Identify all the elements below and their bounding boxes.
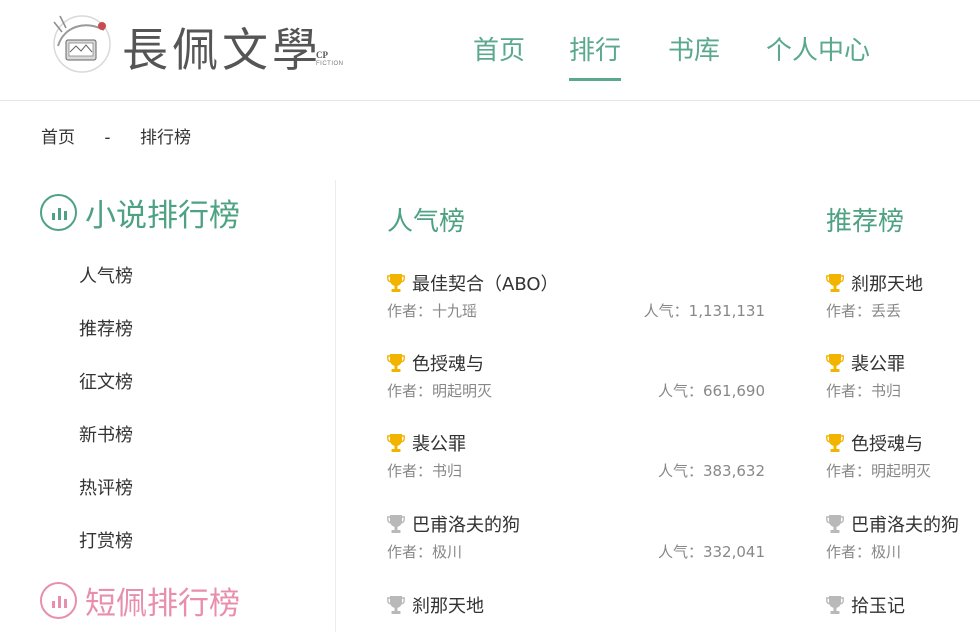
- short-rank-heading[interactable]: 短佩排行榜: [40, 580, 240, 622]
- trophy-icon: [826, 595, 844, 615]
- sidebar-item-new[interactable]: 新书榜: [79, 421, 133, 474]
- bar-chart-icon: [40, 581, 77, 619]
- breadcrumb: 首页 - 排行榜: [41, 123, 191, 148]
- nav-library[interactable]: 书库: [668, 30, 720, 67]
- book-popularity: 人气：1,131,131: [643, 302, 765, 320]
- trophy-icon: [387, 273, 405, 293]
- breadcrumb-home[interactable]: 首页: [41, 123, 75, 148]
- novel-rank-title: 小说排行榜: [85, 197, 240, 234]
- rank-entry-title[interactable]: 色授魂与: [826, 430, 923, 456]
- book-title[interactable]: 刹那天地: [412, 592, 484, 618]
- nav-user-center[interactable]: 个人中心: [766, 30, 870, 67]
- rank-entry-title[interactable]: 裴公罪: [826, 350, 905, 376]
- book-title[interactable]: 裴公罪: [851, 350, 905, 376]
- breadcrumb-separator: -: [104, 128, 111, 148]
- rank-entry: 巴甫洛夫的狗作者：极川 人气：332,041: [387, 511, 765, 581]
- sidebar-item-tips[interactable]: 打赏榜: [79, 527, 133, 580]
- book-author[interactable]: 作者：丢丢: [826, 300, 901, 321]
- book-author[interactable]: 作者：书归: [387, 460, 462, 481]
- rank-entry: 巴甫洛夫的狗作者：极川: [826, 511, 980, 581]
- book-popularity: 人气：661,690: [657, 382, 765, 400]
- book-title[interactable]: 裴公罪: [412, 430, 466, 456]
- rank-entry: 刹那天地作者：丢丢: [826, 270, 980, 340]
- site-header: 長佩文學 CP FICTION 首页 排行 书库 个人中心: [0, 0, 980, 101]
- book-author[interactable]: 作者：极川: [826, 541, 901, 562]
- recommend-rank-title[interactable]: 推荐榜: [826, 201, 904, 238]
- book-title[interactable]: 巴甫洛夫的狗: [412, 511, 520, 537]
- rank-entry: 裴公罪作者：书归: [826, 350, 980, 420]
- novel-rank-list: 人气榜 推荐榜 征文榜 新书榜 热评榜 打赏榜: [79, 262, 133, 580]
- trophy-icon: [826, 353, 844, 373]
- sidebar-item-recommend[interactable]: 推荐榜: [79, 315, 133, 368]
- trophy-icon: [387, 595, 405, 615]
- trophy-icon: [387, 353, 405, 373]
- rank-entry-title[interactable]: 色授魂与: [387, 350, 484, 376]
- book-author[interactable]: 作者：明起明灭: [387, 380, 492, 401]
- rank-sidebar: 小说排行榜 人气榜 推荐榜 征文榜 新书榜 热评榜 打赏榜 短佩排行榜: [0, 180, 336, 632]
- rank-entry: 最佳契合（ABO） 作者：十九瑶 人气：1,131,131: [387, 270, 765, 340]
- book-title[interactable]: 色授魂与: [851, 430, 923, 456]
- rank-entry: 裴公罪作者：书归 人气：383,632: [387, 430, 765, 500]
- book-popularity: 人气：383,632: [657, 462, 765, 480]
- sidebar-item-hot-review[interactable]: 热评榜: [79, 474, 133, 527]
- trophy-icon: [387, 433, 405, 453]
- bar-chart-icon: [40, 193, 77, 231]
- book-author[interactable]: 作者：十九瑶: [387, 300, 477, 321]
- book-popularity: 人气：332,041: [657, 543, 765, 561]
- rank-entry-title[interactable]: 刹那天地: [387, 592, 484, 618]
- book-title[interactable]: 刹那天地: [851, 270, 923, 296]
- rank-entry-title[interactable]: 刹那天地: [826, 270, 923, 296]
- book-title[interactable]: 拾玉记: [851, 592, 905, 618]
- rank-entry-title[interactable]: 巴甫洛夫的狗: [387, 511, 520, 537]
- book-title[interactable]: 色授魂与: [412, 350, 484, 376]
- book-author[interactable]: 作者：书归: [826, 380, 901, 401]
- breadcrumb-current: 排行榜: [139, 128, 191, 148]
- rank-entry: 刹那天地: [387, 592, 765, 632]
- main-nav: 首页 排行 书库 个人中心: [0, 30, 980, 90]
- rank-entry-title[interactable]: 拾玉记: [826, 592, 905, 618]
- trophy-icon: [826, 433, 844, 453]
- popular-rank-title[interactable]: 人气榜: [387, 201, 465, 238]
- short-rank-title: 短佩排行榜: [85, 585, 240, 622]
- novel-rank-heading[interactable]: 小说排行榜: [40, 192, 240, 234]
- trophy-icon: [826, 273, 844, 293]
- rank-entry-title[interactable]: 巴甫洛夫的狗: [826, 511, 959, 537]
- nav-home[interactable]: 首页: [473, 30, 525, 67]
- rank-entry: 色授魂与作者：明起明灭 人气：661,690: [387, 350, 765, 420]
- sidebar-item-popular[interactable]: 人气榜: [79, 262, 133, 315]
- nav-rank[interactable]: 排行: [569, 30, 622, 81]
- book-author[interactable]: 作者：明起明灭: [826, 460, 931, 481]
- rank-entry-title[interactable]: 最佳契合（ABO）: [387, 270, 559, 296]
- rank-entry: 色授魂与作者：明起明灭: [826, 430, 980, 500]
- trophy-icon: [826, 514, 844, 534]
- book-title[interactable]: 最佳契合（ABO）: [412, 270, 559, 296]
- trophy-icon: [387, 514, 405, 534]
- rank-entry-title[interactable]: 裴公罪: [387, 430, 466, 456]
- book-title[interactable]: 巴甫洛夫的狗: [851, 511, 959, 537]
- sidebar-item-contest[interactable]: 征文榜: [79, 368, 133, 421]
- book-author[interactable]: 作者：极川: [387, 541, 462, 562]
- rank-entry: 拾玉记: [826, 592, 980, 632]
